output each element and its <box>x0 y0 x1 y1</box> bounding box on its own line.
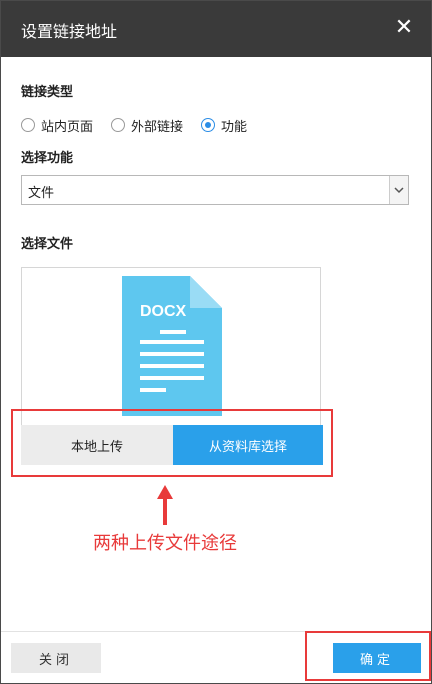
dialog-titlebar: 设置链接地址 ✕ <box>1 1 431 57</box>
link-type-label: 链接类型 <box>21 85 74 100</box>
function-select[interactable]: 文件 <box>21 175 409 205</box>
link-type-radio-group: 站内页面 外部链接 功能 <box>21 115 265 135</box>
radio-external-link[interactable]: 外部链接 <box>111 116 183 135</box>
function-label: 选择功能 <box>21 151 74 166</box>
dialog-title: 设置链接地址 <box>21 22 118 41</box>
arrow-up-icon <box>157 485 173 525</box>
radio-label-external: 外部链接 <box>131 119 184 135</box>
annotation-text: 两种上传文件途径 <box>93 533 237 554</box>
radio-circle-internal[interactable] <box>21 118 35 132</box>
radio-circle-function[interactable] <box>201 118 216 132</box>
radio-function[interactable]: 功能 <box>201 116 247 135</box>
chevron-down-icon[interactable] <box>389 176 408 204</box>
close-button[interactable]: 关闭 <box>11 643 101 673</box>
radio-label-function: 功能 <box>221 119 248 135</box>
link-dialog: 设置链接地址 ✕ 链接类型 站内页面 外部链接 功能 选择功能 文件 选择文件 … <box>0 0 432 684</box>
file-label: 选择文件 <box>21 237 74 252</box>
function-select-value: 文件 <box>28 186 55 201</box>
upload-options-highlight <box>11 409 333 477</box>
radio-label-internal: 站内页面 <box>41 119 94 135</box>
docx-file-icon: DOCX <box>122 276 222 416</box>
radio-internal-page[interactable]: 站内页面 <box>21 116 93 135</box>
docx-badge-text: DOCX <box>140 303 187 320</box>
confirm-highlight <box>305 631 431 681</box>
close-icon[interactable]: ✕ <box>389 13 419 43</box>
radio-circle-external[interactable] <box>111 118 126 132</box>
